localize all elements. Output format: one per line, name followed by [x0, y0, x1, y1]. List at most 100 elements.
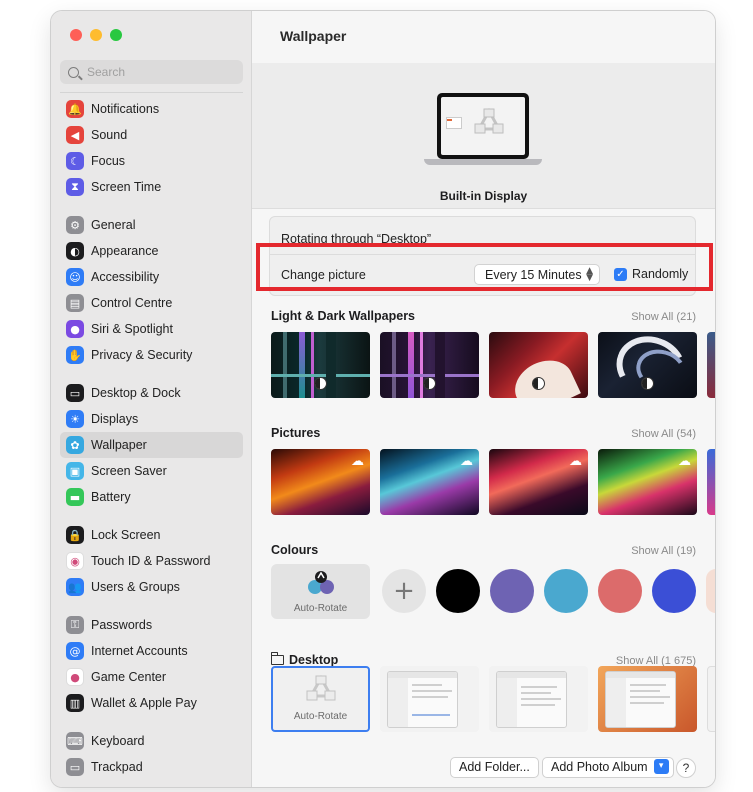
wallpaper-thumbnail[interactable]	[707, 332, 715, 398]
colour-swatch[interactable]	[652, 569, 696, 613]
wallpaper-icon: ✿	[66, 436, 84, 454]
battery-icon: ▬	[66, 488, 84, 506]
pictures-heading: Pictures	[271, 426, 321, 440]
wallpaper-thumbnail[interactable]	[598, 332, 697, 398]
gear-icon: ⚙	[66, 216, 84, 234]
colours-show-all[interactable]: Show All (19)	[631, 545, 696, 557]
sidebar-item-privacy-security[interactable]: ✋ Privacy & Security	[60, 342, 243, 368]
auto-rotate-desktop-tile[interactable]: Auto-Rotate	[271, 666, 370, 732]
cloud-download-icon: ☁	[678, 454, 691, 469]
sidebar-item-label: Accessibility	[91, 270, 160, 284]
picture-thumbnail[interactable]	[707, 449, 715, 515]
minimize-button[interactable]	[90, 29, 102, 41]
add-photo-album-label: Add Photo Album	[551, 760, 648, 774]
sidebar-item-displays[interactable]: ☀ Displays	[60, 406, 243, 432]
sidebar-item-focus[interactable]: ☾ Focus	[60, 148, 243, 174]
sidebar-item-label: Lock Screen	[91, 528, 161, 542]
sidebar-item-label: Privacy & Security	[91, 348, 193, 362]
search-input[interactable]	[87, 65, 227, 79]
sidebar-item-label: Focus	[91, 154, 126, 168]
sidebar-item-wallet-apple-pay[interactable]: ▥ Wallet & Apple Pay	[60, 690, 243, 716]
sidebar-item-desktop-dock[interactable]: ▭ Desktop & Dock	[60, 380, 243, 406]
game-center-icon: ●	[66, 668, 84, 686]
wallpaper-thumbnail[interactable]	[271, 332, 370, 398]
sidebar-item-label: Touch ID & Password	[91, 554, 211, 568]
sidebar-item-label: Screen Time	[91, 180, 162, 194]
moon-icon: ☾	[66, 152, 84, 170]
sidebar-item-touch-id-password[interactable]: ◉ Touch ID & Password	[60, 548, 243, 574]
colour-swatch[interactable]	[598, 569, 642, 613]
sidebar-item-label: Battery	[91, 490, 131, 504]
at-icon: @	[66, 642, 84, 660]
desktop-screenshot-thumbnail[interactable]	[707, 666, 715, 732]
sidebar-item-label: Trackpad	[91, 760, 143, 774]
display-preview: Built-in Display	[252, 63, 715, 209]
sidebar-item-label: Notifications	[91, 102, 160, 116]
colour-cycle-icon	[308, 571, 334, 594]
search-field[interactable]	[60, 60, 243, 84]
sidebar-item-label: Users & Groups	[91, 580, 180, 594]
sidebar-item-users-groups[interactable]: 👥 Users & Groups	[60, 574, 243, 600]
highlight-annotation	[256, 243, 713, 291]
auto-rotate-icon	[474, 107, 504, 134]
colour-swatch[interactable]	[490, 569, 534, 613]
sidebar-item-trackpad[interactable]: ▭ Trackpad	[60, 754, 243, 780]
picture-thumbnail[interactable]: ☁	[271, 449, 370, 515]
sidebar-item-screen-saver[interactable]: ▣ Screen Saver	[60, 458, 243, 484]
sidebar-item-label: General	[91, 218, 136, 232]
bell-icon: 🔔	[66, 100, 84, 118]
sidebar-item-general[interactable]: ⚙ General	[60, 212, 243, 238]
add-colour-button[interactable]: +	[382, 569, 426, 613]
sidebar-item-game-center[interactable]: ● Game Center	[60, 664, 243, 690]
help-button[interactable]: ?	[676, 758, 696, 778]
sidebar-item-label: Internet Accounts	[91, 644, 188, 658]
sidebar-item-label: Desktop & Dock	[91, 386, 181, 400]
sidebar-item-label: Control Centre	[91, 296, 173, 310]
zoom-button[interactable]	[110, 29, 122, 41]
sidebar-item-appearance[interactable]: ◐ Appearance	[60, 238, 243, 264]
picture-thumbnail[interactable]: ☁	[598, 449, 697, 515]
desktop-screenshot-thumbnail[interactable]	[598, 666, 697, 732]
sidebar-item-internet-accounts[interactable]: @ Internet Accounts	[60, 638, 243, 664]
hand-icon: ✋	[66, 346, 84, 364]
sidebar-item-label: Wallpaper	[91, 438, 147, 452]
sidebar-item-label: Keyboard	[91, 734, 145, 748]
sidebar-item-passwords[interactable]: ⚿ Passwords	[60, 612, 243, 638]
colour-swatch[interactable]	[706, 569, 715, 613]
colour-swatch[interactable]	[436, 569, 480, 613]
add-photo-album-button[interactable]: Add Photo Album ▾	[542, 757, 674, 778]
desktop-screenshot-thumbnail[interactable]	[489, 666, 588, 732]
sidebar-item-keyboard[interactable]: ⌨ Keyboard	[60, 728, 243, 754]
wallpaper-thumbnail[interactable]	[489, 332, 588, 398]
screen-saver-icon: ▣	[66, 462, 84, 480]
desktop-title: Desktop	[289, 653, 339, 667]
sidebar-item-notifications[interactable]: 🔔 Notifications	[60, 96, 243, 122]
pictures-show-all[interactable]: Show All (54)	[631, 428, 696, 440]
sun-icon: ☀	[66, 410, 84, 428]
folder-icon	[271, 652, 284, 665]
picture-thumbnail[interactable]: ☁	[489, 449, 588, 515]
sidebar-item-accessibility[interactable]: ☺ Accessibility	[60, 264, 243, 290]
sidebar-item-siri-spotlight[interactable]: ● Siri & Spotlight	[60, 316, 243, 342]
sidebar-item-battery[interactable]: ▬ Battery	[60, 484, 243, 510]
sidebar-item-wallpaper[interactable]: ✿ Wallpaper	[60, 432, 243, 458]
colour-swatch[interactable]	[544, 569, 588, 613]
control-centre-icon: ▤	[66, 294, 84, 312]
sidebar-separator	[60, 368, 243, 380]
picture-thumbnail[interactable]: ☁	[380, 449, 479, 515]
sidebar-item-control-centre[interactable]: ▤ Control Centre	[60, 290, 243, 316]
users-icon: 👥	[66, 578, 84, 596]
sidebar-item-lock-screen[interactable]: 🔒 Lock Screen	[60, 522, 243, 548]
desktop-screenshot-thumbnail[interactable]	[380, 666, 479, 732]
traffic-lights	[70, 29, 122, 41]
wallpaper-thumbnail[interactable]	[380, 332, 479, 398]
desktop-heading: Desktop	[271, 652, 339, 667]
sidebar-item-screen-time[interactable]: ⧗ Screen Time	[60, 174, 243, 200]
close-button[interactable]	[70, 29, 82, 41]
sidebar-item-sound[interactable]: ◀ Sound	[60, 122, 243, 148]
light-dark-show-all[interactable]: Show All (21)	[631, 311, 696, 323]
sidebar-list: 🔔 Notifications ◀ Sound ☾ Focus ⧗ Screen Time ⚙ G…	[60, 92, 243, 787]
sidebar-separator	[60, 200, 243, 212]
add-folder-button[interactable]: Add Folder...	[450, 757, 539, 778]
auto-rotate-colours-tile[interactable]: Auto-Rotate	[271, 564, 370, 619]
